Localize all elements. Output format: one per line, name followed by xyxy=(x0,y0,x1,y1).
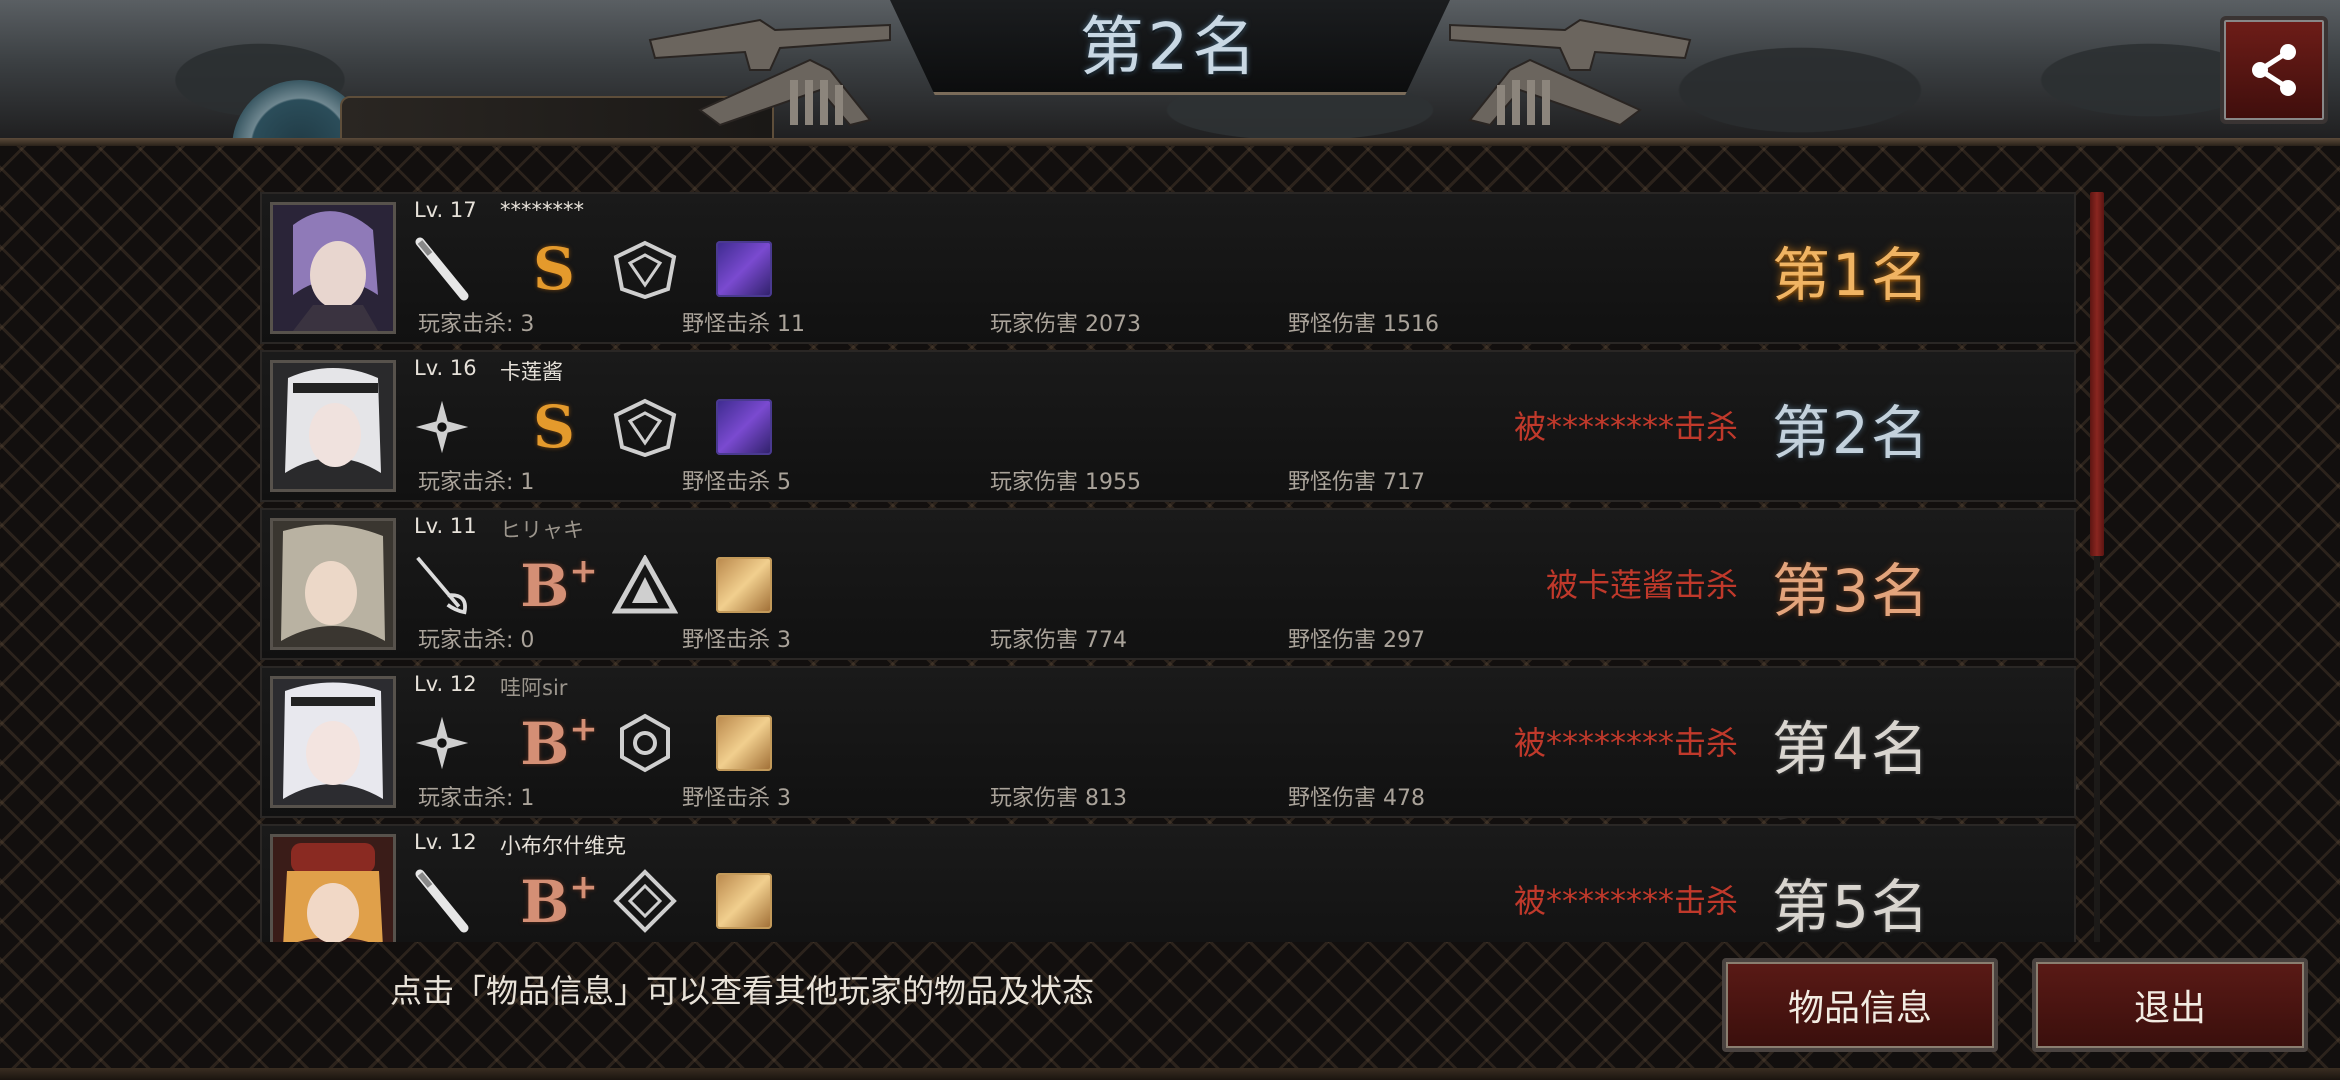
grade-badge: S xyxy=(533,393,575,461)
player-name: 卡莲酱 xyxy=(500,360,563,384)
grade-badge: B+ xyxy=(520,866,598,936)
monster-damage: 野怪伤害 297 xyxy=(1288,628,1425,653)
triangle-icon xyxy=(610,550,680,620)
grade-badge: B+ xyxy=(520,550,598,620)
baseball-bat-icon xyxy=(412,234,472,304)
ranking-row[interactable]: Lv. 11 ヒリャキ B+ 玩家击杀: 0 野怪击杀 3 玩家伤害 774 野… xyxy=(260,508,2076,660)
scrollbar-thumb[interactable] xyxy=(2090,192,2104,556)
rank-label: 第2名 xyxy=(1772,399,1931,467)
monster-kills: 野怪击杀 11 xyxy=(682,312,805,337)
hexagon-ring-icon xyxy=(610,708,680,778)
hexagon-shield-icon xyxy=(610,234,680,304)
monster-kills: 野怪击杀 3 xyxy=(682,786,791,811)
ranking-row[interactable]: Lv. 12 小布尔什维克 B+ 被********击杀 第5名 xyxy=(260,824,2076,942)
player-level: Lv. 17 xyxy=(414,198,477,222)
hexagon-shield-icon xyxy=(610,392,680,462)
player-kills: 玩家击杀: 1 xyxy=(418,786,535,811)
diamond-icon xyxy=(610,866,680,936)
grade-badge: B+ xyxy=(520,708,598,778)
player-damage: 玩家伤害 2073 xyxy=(990,312,1141,337)
crossed-guns-ornament-left xyxy=(648,18,891,127)
player-kills: 玩家击杀: 1 xyxy=(418,470,535,495)
shuriken-icon xyxy=(412,392,472,462)
player-kills: 玩家击杀: 3 xyxy=(418,312,535,337)
player-name: ******** xyxy=(500,198,584,222)
rapier-icon xyxy=(412,550,472,620)
exit-button[interactable]: 退出 xyxy=(2032,958,2308,1052)
rank-label: 第4名 xyxy=(1772,715,1931,783)
shuriken-icon xyxy=(412,708,472,778)
character-portrait xyxy=(270,202,396,334)
player-name: 哇阿sir xyxy=(500,676,568,700)
character-portrait xyxy=(270,834,396,942)
grade-badge: S xyxy=(533,235,575,303)
player-kills: 玩家击杀: 0 xyxy=(418,628,535,653)
ranking-list[interactable]: Lv. 17 ******** S 玩家击杀: 3 野怪击杀 11 玩家伤害 2… xyxy=(260,192,2076,942)
killed-by-text: 被卡莲酱击杀 xyxy=(1545,566,1738,604)
player-level: Lv. 12 xyxy=(414,672,477,696)
character-portrait xyxy=(270,360,396,492)
monster-damage: 野怪伤害 717 xyxy=(1288,470,1425,495)
gold-item-icon xyxy=(714,708,774,778)
purple-item-icon xyxy=(714,234,774,304)
killed-by-text: 被********击杀 xyxy=(1513,724,1738,762)
player-damage: 玩家伤害 1955 xyxy=(990,470,1141,495)
player-level: Lv. 16 xyxy=(414,356,477,380)
monster-kills: 野怪击杀 5 xyxy=(682,470,791,495)
player-damage: 玩家伤害 813 xyxy=(990,786,1127,811)
character-portrait xyxy=(270,518,396,650)
killed-by-text: 被********击杀 xyxy=(1513,408,1738,446)
player-level: Lv. 11 xyxy=(414,514,477,538)
crossed-guns-ornament-right xyxy=(1449,18,1692,127)
killed-by-text: 被********击杀 xyxy=(1513,882,1738,920)
ranking-row[interactable]: Lv. 17 ******** S 玩家击杀: 3 野怪击杀 11 玩家伤害 2… xyxy=(260,192,2076,344)
baseball-bat-icon xyxy=(412,866,472,936)
rank-label: 第3名 xyxy=(1772,557,1931,625)
ranking-row[interactable]: Lv. 12 哇阿sir B+ 玩家击杀: 1 野怪击杀 3 玩家伤害 813 … xyxy=(260,666,2076,818)
gold-item-icon xyxy=(714,550,774,620)
player-level: Lv. 12 xyxy=(414,830,477,854)
player-damage: 玩家伤害 774 xyxy=(990,628,1127,653)
purple-item-icon xyxy=(714,392,774,462)
player-name: 小布尔什维克 xyxy=(500,834,626,858)
gold-item-icon xyxy=(714,866,774,936)
monster-damage: 野怪伤害 1516 xyxy=(1288,312,1439,337)
hint-text: 点击「物品信息」可以查看其他玩家的物品及状态 xyxy=(390,972,1095,1010)
monster-kills: 野怪击杀 3 xyxy=(682,628,791,653)
monster-damage: 野怪伤害 478 xyxy=(1288,786,1425,811)
current-rank-title: 第2名 xyxy=(1079,11,1261,85)
share-button[interactable] xyxy=(2220,16,2328,124)
rank-label: 第1名 xyxy=(1772,241,1931,309)
ranking-row[interactable]: Lv. 16 卡莲酱 S 玩家击杀: 1 野怪击杀 5 玩家伤害 1955 野怪… xyxy=(260,350,2076,502)
item-info-button[interactable]: 物品信息 xyxy=(1722,958,1998,1052)
player-name: ヒリャキ xyxy=(500,518,584,542)
character-portrait xyxy=(270,676,396,808)
share-icon xyxy=(2252,44,2296,96)
rank-label: 第5名 xyxy=(1772,873,1931,941)
